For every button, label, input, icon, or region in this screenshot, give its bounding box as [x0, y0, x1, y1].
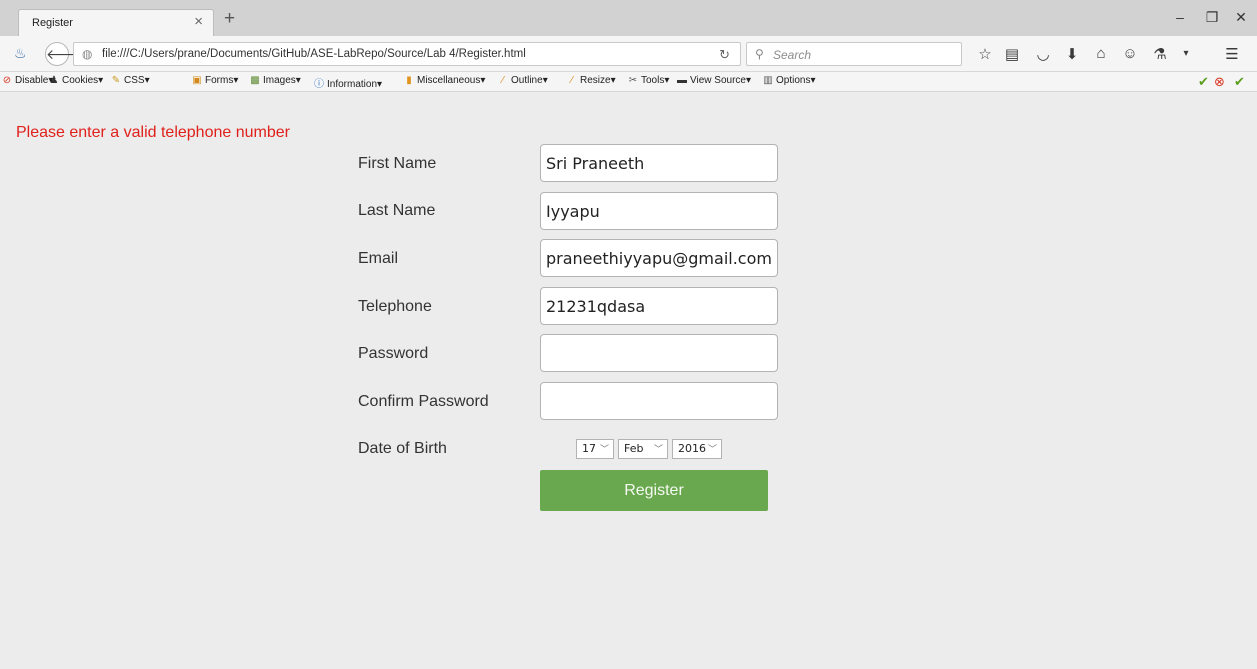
extension-icon[interactable]: ⚗ — [1150, 45, 1170, 63]
view-source-icon: ▬ — [677, 75, 687, 86]
chevron-down-icon: ﹀ — [653, 445, 663, 455]
error-message: Please enter a valid telephone number — [16, 124, 290, 141]
search-bar[interactable]: ⚲ — [746, 42, 962, 66]
dob-year-value: 2016 — [678, 442, 706, 455]
chevron-down-icon: ﹀ — [599, 445, 609, 455]
reading-list-icon[interactable]: ▤ — [1002, 45, 1022, 63]
miscellaneous-icon: ▮ — [406, 75, 412, 86]
dev-menu-forms[interactable]: ▣ Forms▾ — [191, 75, 238, 86]
download-icon[interactable]: ⬇ — [1062, 45, 1082, 63]
chat-icon[interactable]: ☺ — [1120, 45, 1140, 62]
back-button[interactable]: 🡐 — [45, 42, 84, 66]
checkmark-icon: ✔ — [1234, 74, 1245, 89]
url-bar[interactable]: ◍ file:///C:/Users/prane/Documents/GitHu… — [73, 42, 741, 66]
dev-menu-options[interactable]: ▥ Options▾ — [762, 75, 815, 86]
disable-icon: ⊘ — [2, 75, 12, 86]
dob-day-select[interactable]: 17 ﹀ — [576, 439, 614, 459]
telephone-field[interactable] — [540, 287, 778, 325]
information-icon: ⓘ — [314, 79, 324, 90]
confirm-password-field[interactable] — [540, 382, 778, 420]
dev-menu-css[interactable]: ✎ CSS▾ — [110, 75, 150, 86]
dev-menu-outline[interactable]: ⁄ Outline▾ — [497, 75, 548, 86]
tools-icon: ✂ — [628, 75, 638, 86]
password-label: Password — [358, 345, 429, 362]
password-field[interactable] — [540, 334, 778, 372]
reload-icon[interactable]: ↻ — [719, 47, 730, 63]
dob-day-value: 17 — [582, 442, 596, 455]
outline-icon: ⁄ — [502, 75, 504, 86]
dev-menu-images[interactable]: ▩ Images▾ — [249, 75, 301, 86]
search-icon: ⚲ — [755, 47, 764, 61]
dob-year-select[interactable]: 2016 ﹀ — [672, 439, 722, 459]
navigation-bar: ♨ 🡐 ◍ file:///C:/Users/prane/Documents/G… — [0, 36, 1257, 72]
pocket-icon[interactable]: ◡ — [1033, 45, 1053, 63]
dev-menu-miscellaneous[interactable]: ▮ Miscellaneous▾ — [403, 75, 485, 86]
dev-menu-view-source[interactable]: ▬ View Source▾ — [676, 75, 751, 86]
tab-title: Register — [32, 17, 73, 29]
menu-icon[interactable]: ☰ — [1222, 45, 1242, 63]
star-icon[interactable]: ☆ — [975, 45, 995, 63]
images-icon: ▩ — [250, 75, 260, 86]
last-name-field[interactable] — [540, 192, 778, 230]
css-icon: ✎ — [111, 75, 121, 86]
date-of-birth-label: Date of Birth — [358, 440, 447, 457]
cookies-icon: ♟ — [49, 75, 59, 86]
dev-menu-resize[interactable]: ⁄ Resize▾ — [566, 75, 615, 86]
tab-close-icon[interactable]: × — [194, 13, 203, 30]
dob-month-select[interactable]: Feb ﹀ — [618, 439, 668, 459]
tab-register[interactable]: Register × — [18, 9, 214, 36]
tab-strip: Register × + – ❐ ✕ — [0, 0, 1257, 36]
email-label: Email — [358, 250, 399, 267]
confirm-password-label: Confirm Password — [358, 393, 489, 410]
first-name-field[interactable] — [540, 144, 778, 182]
dev-menu-information[interactable]: ⓘ Information▾ — [313, 75, 382, 90]
checkmark-icon: ✔ — [1198, 74, 1209, 89]
new-tab-button[interactable]: + — [224, 8, 235, 30]
search-input[interactable] — [771, 45, 955, 65]
resize-icon: ⁄ — [571, 75, 573, 86]
dev-menu-disable[interactable]: ⊘ Disable▾ — [1, 75, 54, 86]
globe-icon: ◍ — [82, 47, 93, 61]
first-name-label: First Name — [358, 155, 437, 172]
email-field[interactable] — [540, 239, 778, 277]
addon-icon[interactable]: ♨ — [14, 45, 27, 62]
window-close-icon[interactable]: ✕ — [1221, 9, 1257, 26]
dev-menu-tools[interactable]: ✂ Tools▾ — [627, 75, 670, 86]
last-name-label: Last Name — [358, 202, 436, 219]
options-icon: ▥ — [763, 75, 773, 86]
url-text[interactable]: file:///C:/Users/prane/Documents/GitHub/… — [102, 48, 702, 60]
dob-month-value: Feb — [624, 442, 644, 455]
chevron-down-icon[interactable]: ▾ — [1176, 48, 1196, 59]
telephone-label: Telephone — [358, 298, 432, 315]
web-developer-toolbar: ⊘ Disable▾ ♟ Cookies▾ ✎ CSS▾ ▣ Forms▾ ▩ Image… — [0, 72, 1257, 92]
chevron-down-icon: ﹀ — [707, 445, 717, 455]
dev-menu-cookies[interactable]: ♟ Cookies▾ — [48, 75, 104, 86]
home-icon[interactable]: ⌂ — [1091, 45, 1111, 62]
error-icon: ⊗ — [1214, 74, 1225, 89]
register-button[interactable]: Register — [540, 470, 768, 511]
forms-icon: ▣ — [192, 75, 202, 86]
